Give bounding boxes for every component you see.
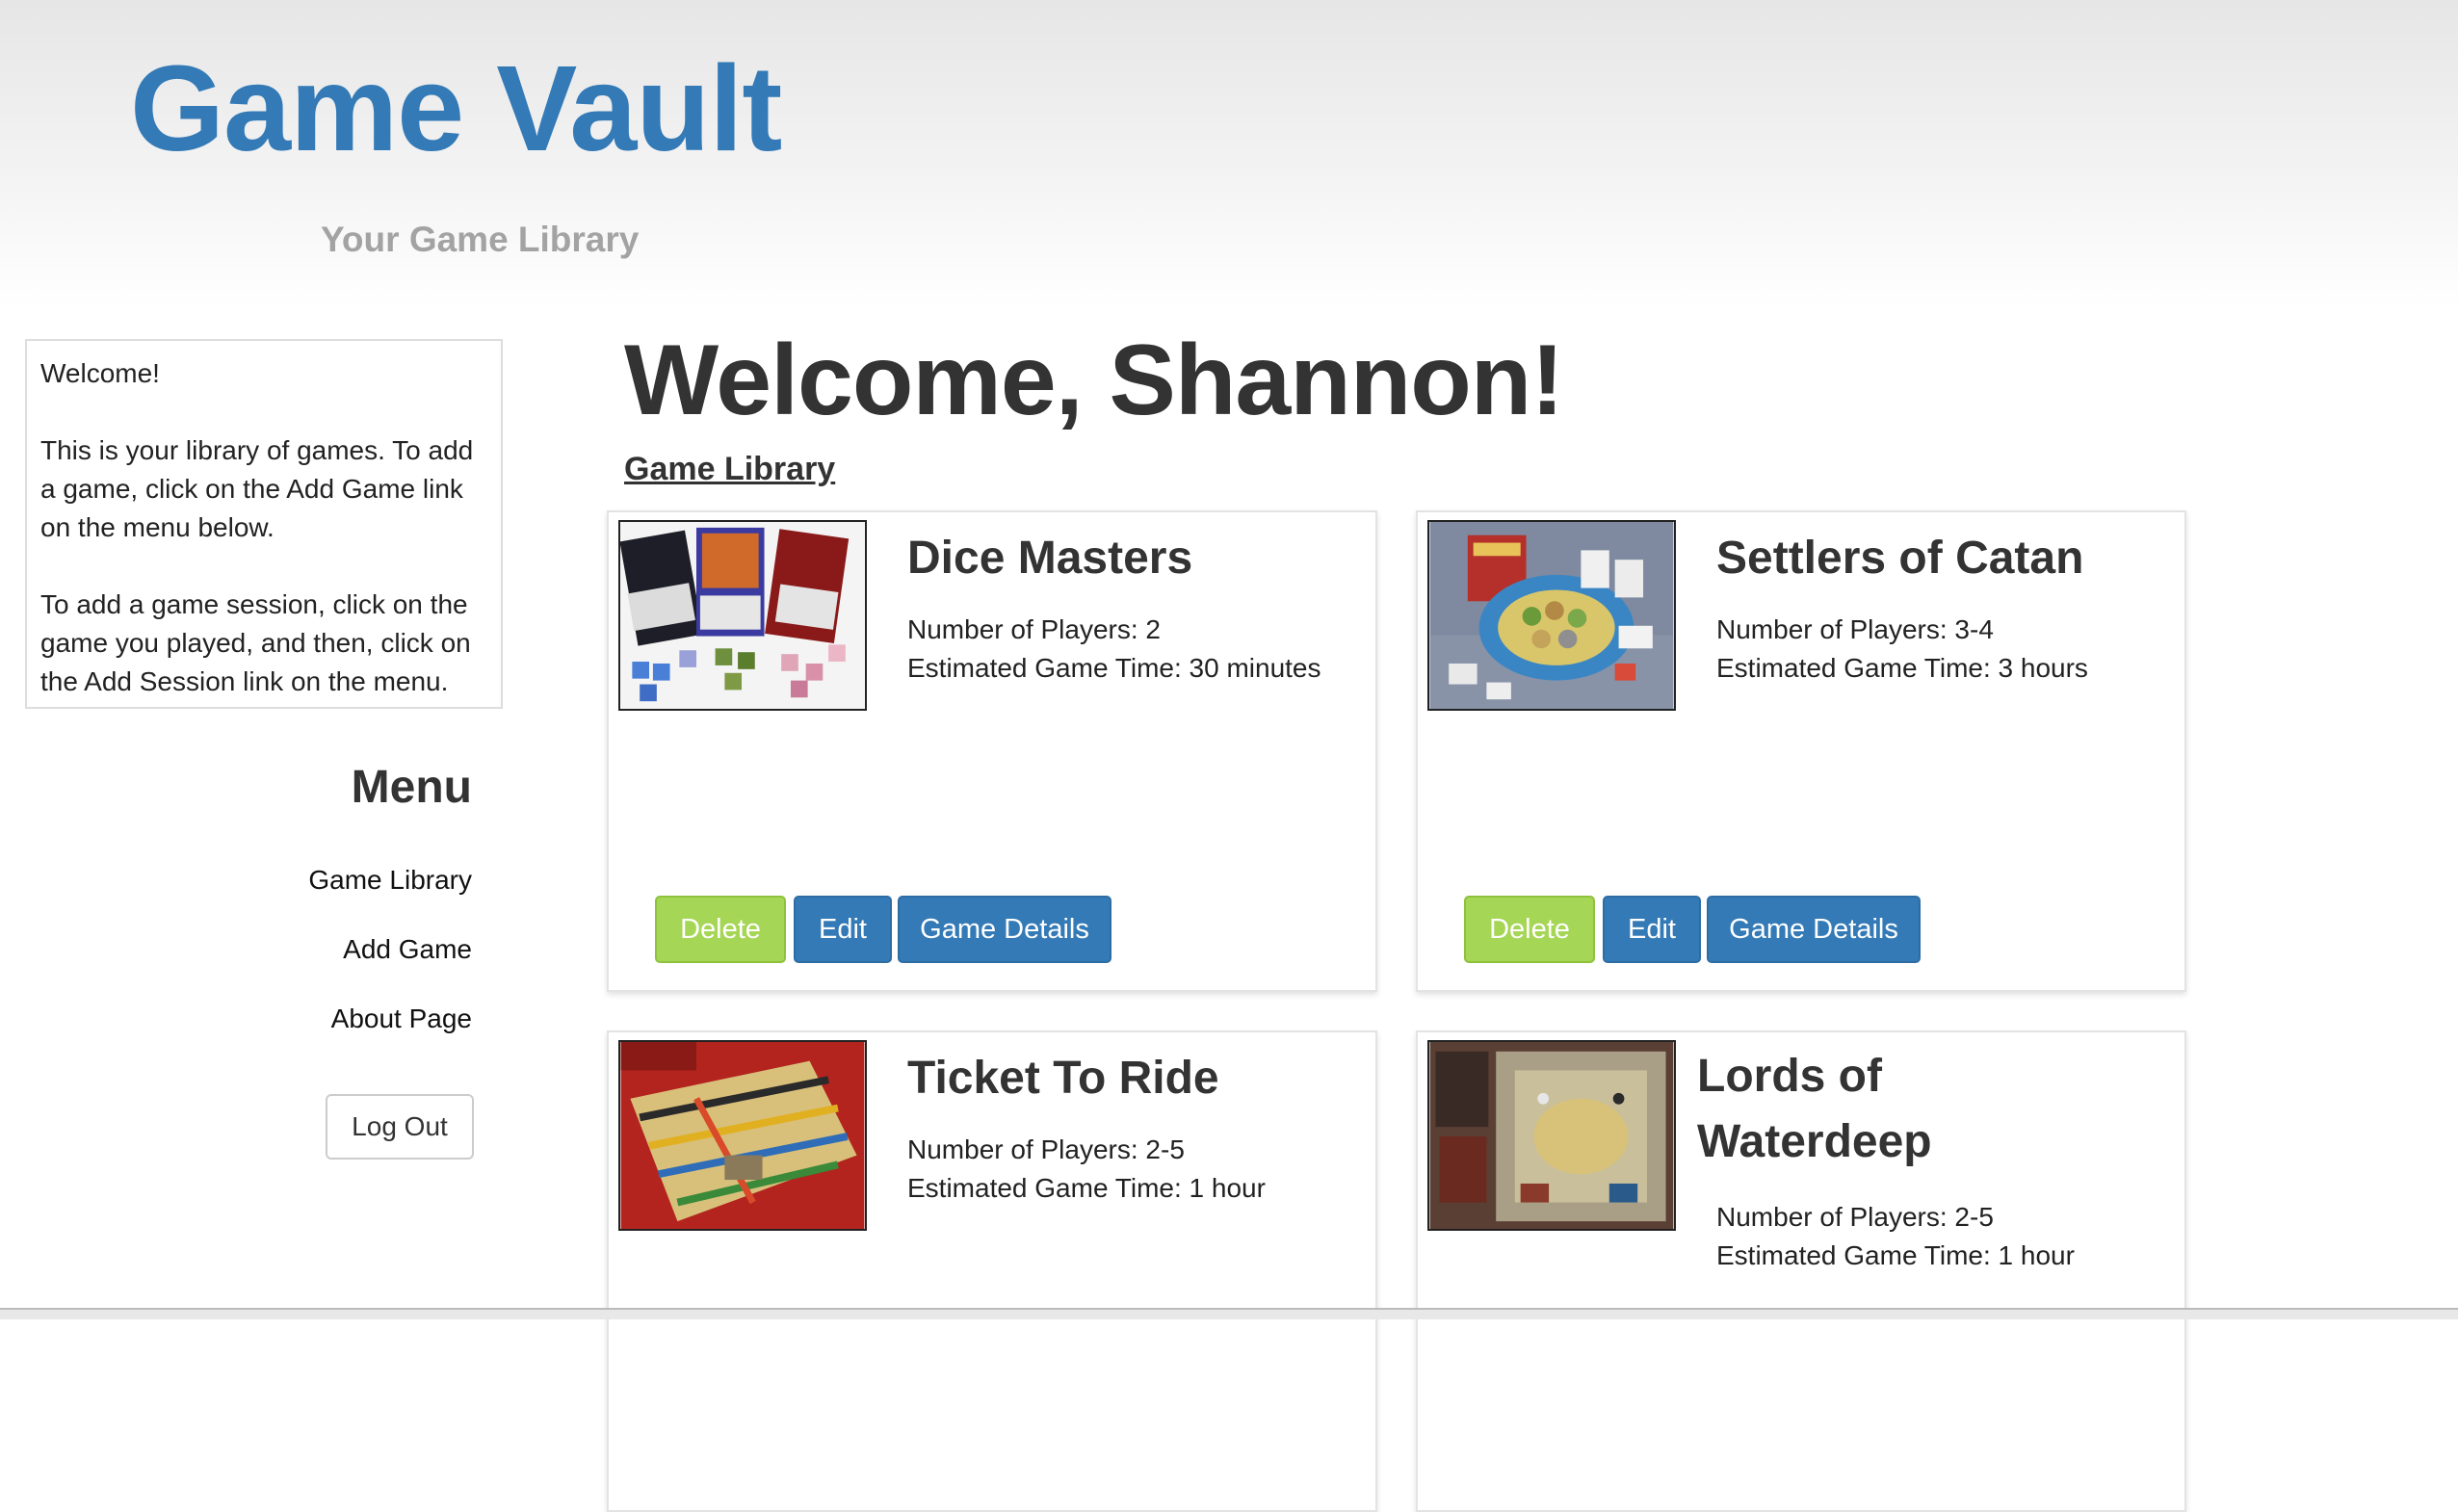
- game-card-dice-masters[interactable]: Dice Masters Number of Players: 2 Estima…: [607, 510, 1377, 992]
- game-details-button[interactable]: Game Details: [1707, 896, 1921, 963]
- site-title: Game Vault: [130, 40, 782, 176]
- game-players: Number of Players: 2-5: [907, 1134, 1185, 1164]
- page-title: Welcome, Shannon!: [624, 325, 1564, 436]
- game-players: Number of Players: 2-5: [1716, 1202, 1994, 1232]
- game-time: Estimated Game Time: 30 minutes: [907, 653, 1321, 683]
- game-library-link[interactable]: Game Library: [624, 451, 835, 488]
- site-header: Game Vault Your Game Library: [0, 0, 2458, 308]
- game-time: Estimated Game Time: 3 hours: [1716, 653, 2088, 683]
- game-card-lords-of-waterdeep[interactable]: Lords of Waterdeep Number of Players: 2-…: [1416, 1030, 2186, 1512]
- menu-item-about-page[interactable]: About Page: [25, 1004, 472, 1034]
- game-players: Number of Players: 3-4: [1716, 614, 1994, 644]
- edit-button[interactable]: Edit: [794, 896, 892, 963]
- game-details-button[interactable]: Game Details: [898, 896, 1111, 963]
- ticket-to-ride-photo: [620, 1042, 865, 1229]
- site-subtitle: Your Game Library: [321, 220, 640, 259]
- game-title: Lords of Waterdeep: [1697, 1051, 1932, 1167]
- delete-button[interactable]: Delete: [1464, 896, 1595, 963]
- game-image-dice-masters[interactable]: [618, 520, 867, 711]
- game-time: Estimated Game Time: 1 hour: [907, 1173, 1266, 1203]
- dice-masters-photo: [620, 522, 865, 709]
- game-card-settlers-of-catan[interactable]: Settlers of Catan Number of Players: 3-4…: [1416, 510, 2186, 992]
- game-card-ticket-to-ride[interactable]: Ticket To Ride Number of Players: 2-5 Es…: [607, 1030, 1377, 1512]
- edit-button[interactable]: Edit: [1603, 896, 1701, 963]
- game-image-lords-of-waterdeep[interactable]: [1427, 1040, 1676, 1231]
- welcome-box: Welcome! This is your library of games. …: [25, 339, 503, 709]
- game-image-ticket-to-ride[interactable]: [618, 1040, 867, 1231]
- welcome-title: Welcome!: [40, 358, 160, 388]
- welcome-text-add-game: This is your library of games. To add a …: [40, 435, 474, 542]
- logout-button[interactable]: Log Out: [326, 1094, 474, 1160]
- menu-item-add-game[interactable]: Add Game: [25, 934, 472, 965]
- menu-title: Menu: [351, 762, 472, 813]
- game-players: Number of Players: 2: [907, 614, 1161, 644]
- game-title: Dice Masters: [907, 533, 1193, 584]
- menu-item-game-library[interactable]: Game Library: [25, 865, 472, 896]
- game-title: Ticket To Ride: [907, 1053, 1219, 1104]
- lords-of-waterdeep-photo: [1429, 1042, 1674, 1229]
- game-title: Settlers of Catan: [1716, 533, 2084, 584]
- welcome-text-add-session: To add a game session, click on the game…: [40, 589, 471, 696]
- bottom-strip: [0, 1308, 2458, 1319]
- catan-photo: [1429, 522, 1674, 709]
- delete-button[interactable]: Delete: [655, 896, 786, 963]
- game-image-settlers-of-catan[interactable]: [1427, 520, 1676, 711]
- game-time: Estimated Game Time: 1 hour: [1716, 1240, 2075, 1270]
